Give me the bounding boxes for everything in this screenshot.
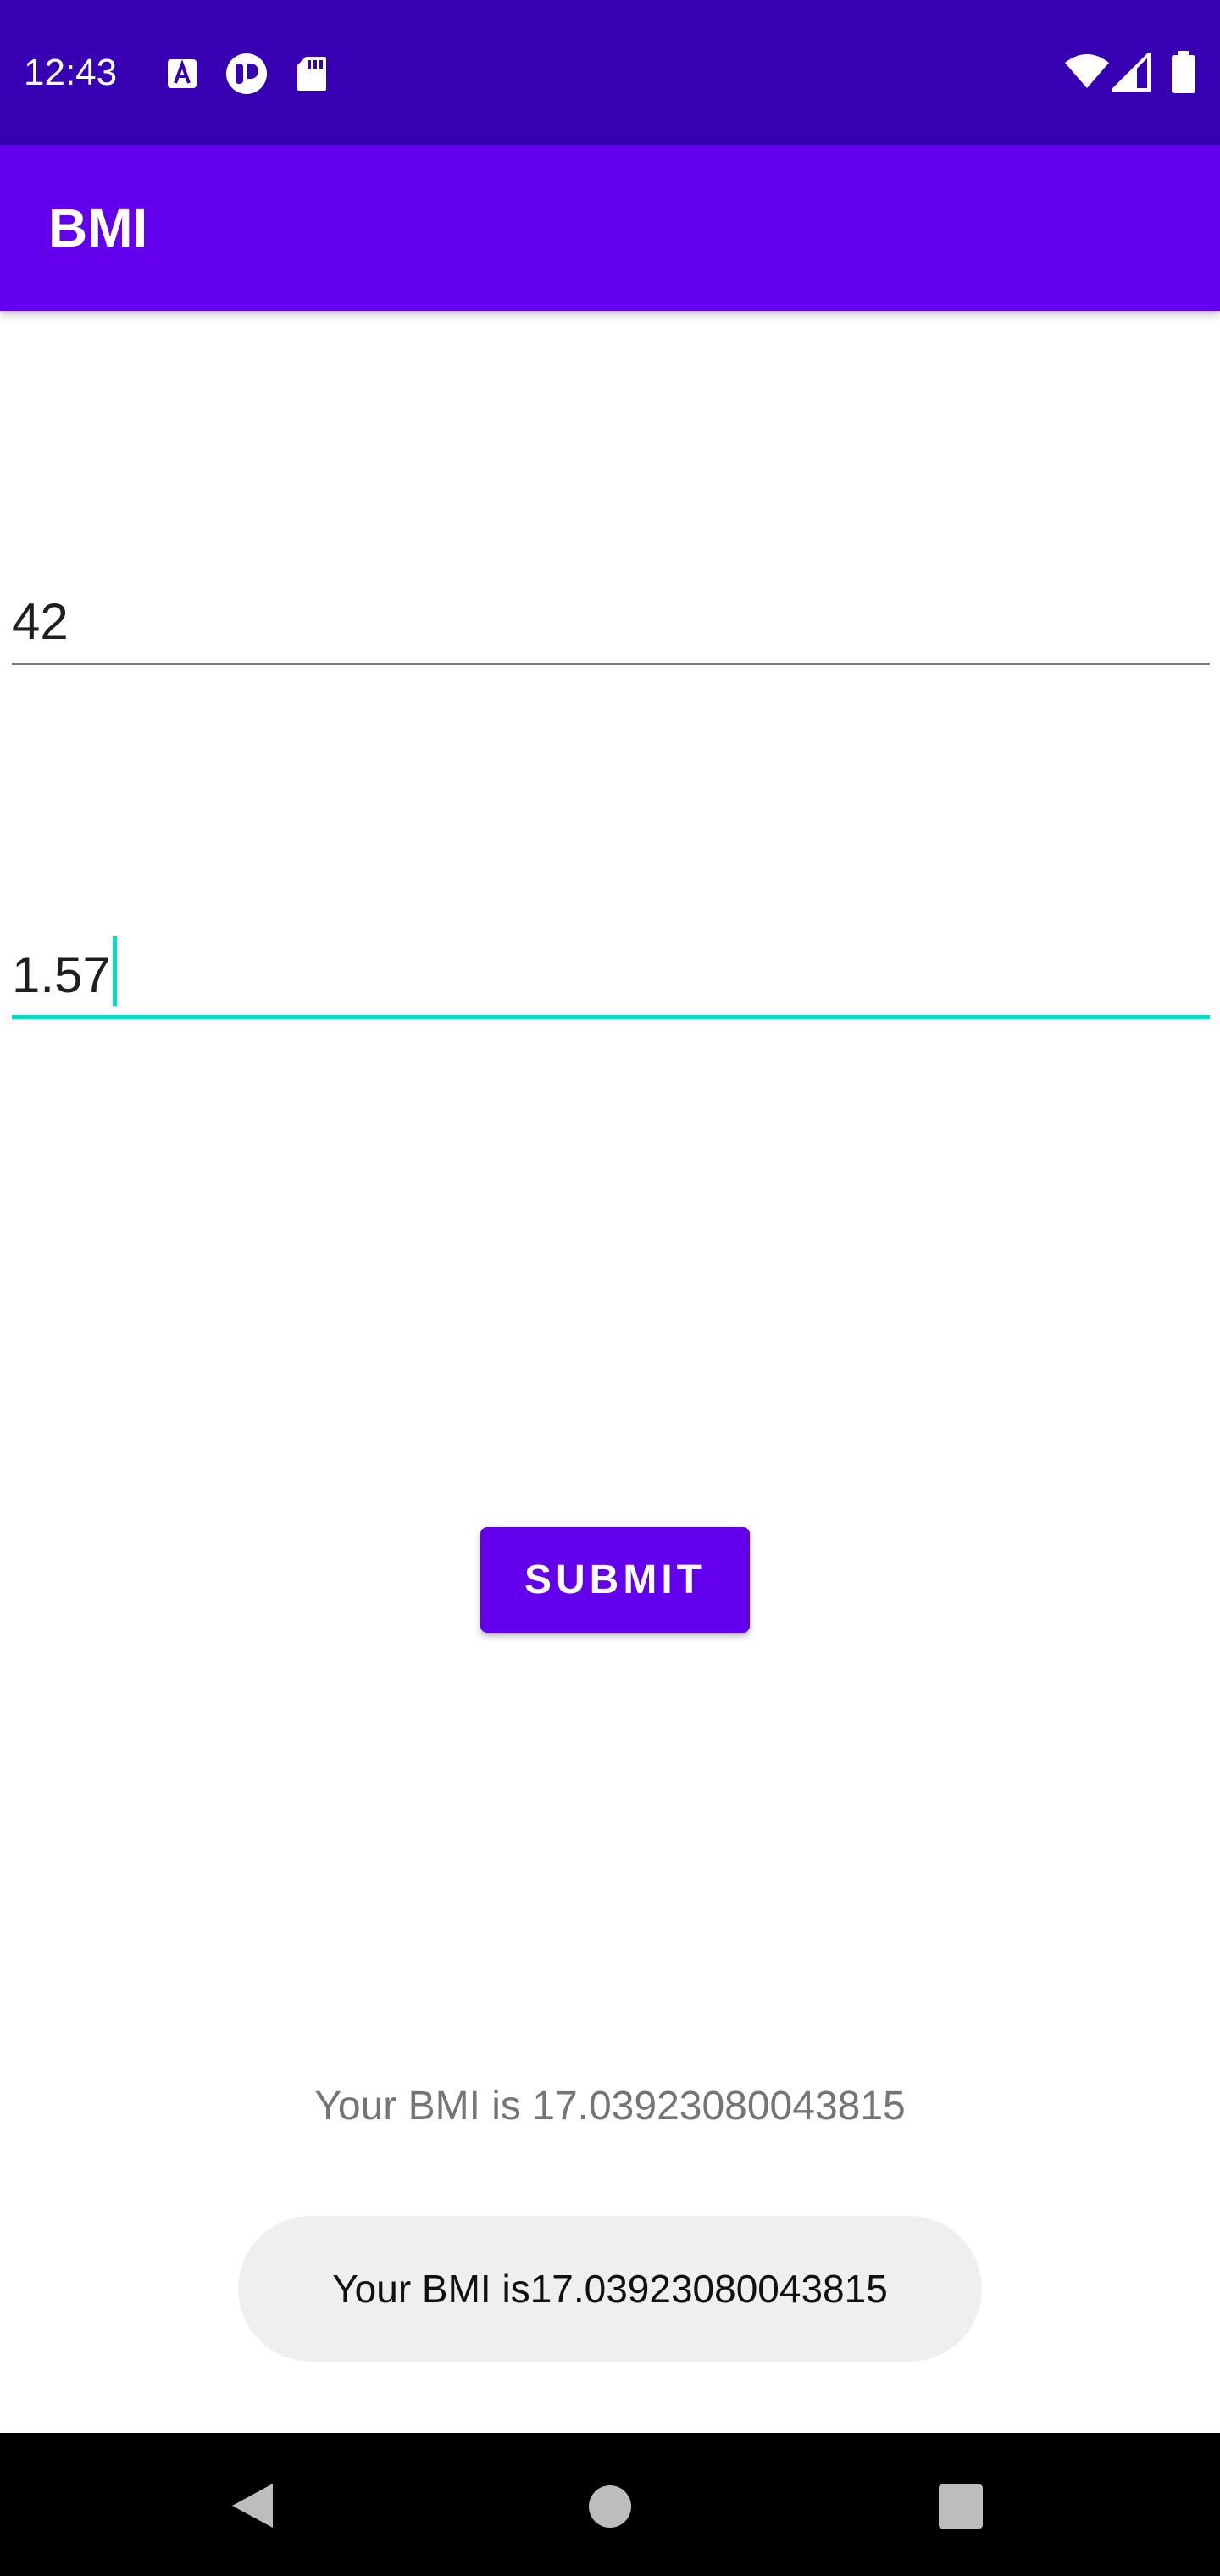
wifi-icon [1063, 53, 1111, 94]
navigation-bar [0, 2433, 1220, 2576]
weight-input-value: 42 [12, 593, 69, 650]
text-cursor [112, 936, 117, 1006]
a-notification-icon [166, 58, 198, 94]
sd-card-icon [296, 55, 328, 97]
status-bar: 12:43 [0, 0, 1220, 145]
submit-button[interactable]: SUBMIT [480, 1527, 750, 1633]
app-bar: BMI [0, 145, 1220, 311]
app-notification-icon [225, 53, 268, 99]
height-input-content: 1.57 [12, 936, 117, 1006]
toast-message: Your BMI is17.03923080043815 [332, 2267, 888, 2311]
home-icon[interactable] [587, 2484, 633, 2534]
back-icon[interactable] [230, 2482, 274, 2534]
app-title: BMI [48, 197, 148, 258]
submit-button-label: SUBMIT [524, 1557, 706, 1602]
status-time: 12:43 [24, 52, 118, 93]
recents-icon[interactable] [938, 2484, 984, 2533]
height-input[interactable]: 1.57 [12, 911, 1210, 1019]
toast: Your BMI is17.03923080043815 [238, 2216, 982, 2362]
cell-signal-icon [1109, 50, 1151, 96]
bmi-result-text: Your BMI is 17.03923080043815 [314, 2084, 906, 2129]
weight-input[interactable]: 42 [12, 559, 1210, 665]
height-input-value: 1.57 [12, 947, 111, 1003]
battery-icon [1172, 51, 1195, 97]
weight-input-underline [12, 663, 1210, 665]
height-input-underline [12, 1015, 1210, 1019]
